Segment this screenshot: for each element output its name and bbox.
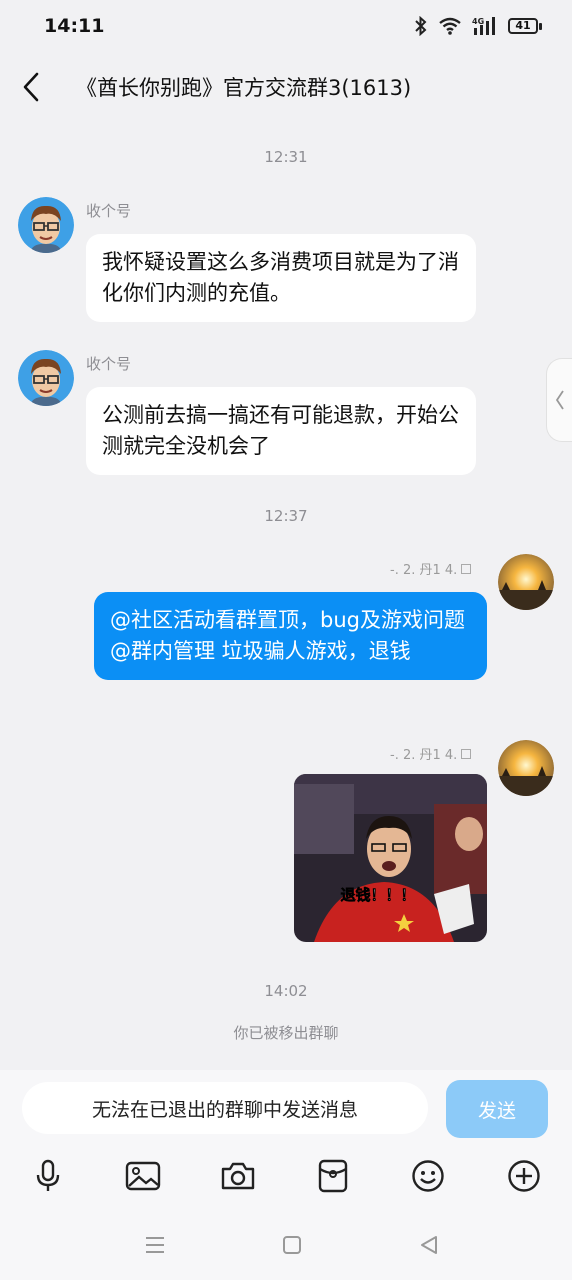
sender-name: 收个号 (86, 202, 132, 220)
avatar[interactable] (18, 197, 74, 253)
message-input[interactable]: 无法在已退出的群聊中发送消息 (22, 1082, 428, 1134)
timestamp: 14:02 (264, 982, 308, 1000)
image-message[interactable]: 退钱！！！ (294, 774, 487, 942)
image-icon (125, 1161, 161, 1191)
chat-title[interactable]: 《酋长你别跑》官方交流群3(1613) (76, 72, 411, 102)
square-icon (283, 1236, 301, 1254)
signal-icon: 4G (472, 17, 495, 35)
system-nav-bar (0, 1212, 572, 1280)
checkbox-icon (461, 563, 472, 574)
image-caption: 退钱！！！ (340, 886, 415, 904)
status-time: 14:11 (44, 15, 105, 37)
my-avatar[interactable] (498, 554, 554, 610)
side-drawer-handle[interactable] (546, 358, 572, 442)
send-button[interactable]: 发送 (446, 1080, 548, 1138)
voice-button[interactable] (26, 1154, 70, 1198)
message-meta: -. 2. 丹1 4. (390, 559, 472, 578)
red-packet-icon (318, 1159, 348, 1193)
battery-level: 41 (508, 18, 538, 34)
emoji-icon (412, 1160, 444, 1192)
battery-icon: 41 (508, 18, 542, 34)
status-icons: 4G 41 (414, 16, 542, 36)
message-meta-text: -. 2. 丹1 4. (390, 748, 458, 763)
timestamp: 12:37 (264, 507, 308, 525)
home-button[interactable] (277, 1230, 307, 1260)
menu-icon (146, 1237, 164, 1253)
microphone-icon (36, 1159, 60, 1191)
sender-name: 收个号 (86, 355, 132, 373)
input-bar: 无法在已退出的群聊中发送消息 发送 (0, 1070, 572, 1280)
emoji-button[interactable] (406, 1154, 450, 1198)
chat-header: 《酋长你别跑》官方交流群3(1613) (0, 52, 572, 122)
incoming-message-bubble[interactable]: 我怀疑设置这么多消费项目就是为了消化你们内测的充值。 (86, 234, 476, 322)
message-meta-text: -. 2. 丹1 4. (390, 563, 458, 578)
input-toolbar (0, 1154, 572, 1198)
system-notice: 你已被移出群聊 (233, 1024, 339, 1042)
message-list[interactable]: 12:31 收个号 我怀疑设置这么多消费项目就是为了消化你们内测的充值。 收个号… (0, 122, 572, 1070)
chevron-left-icon (555, 390, 564, 410)
camera-icon (221, 1162, 255, 1190)
timestamp: 12:31 (264, 148, 308, 166)
outgoing-message-bubble[interactable]: @社区活动看群置顶，bug及游戏问题@群内管理 垃圾骗人游戏，退钱 (94, 592, 487, 680)
triangle-back-icon (421, 1236, 437, 1254)
recent-apps-button[interactable] (140, 1230, 170, 1260)
my-avatar[interactable] (498, 740, 554, 796)
photo-button[interactable] (121, 1154, 165, 1198)
bluetooth-icon (415, 16, 427, 36)
system-back-button[interactable] (414, 1230, 444, 1260)
more-button[interactable] (502, 1154, 546, 1198)
status-bar: 14:11 4G 41 (0, 0, 572, 52)
back-button[interactable] (0, 52, 62, 122)
plus-icon (508, 1160, 540, 1192)
red-packet-button[interactable] (311, 1154, 355, 1198)
wifi-icon (439, 17, 461, 35)
message-meta: -. 2. 丹1 4. (390, 744, 472, 763)
camera-button[interactable] (216, 1154, 260, 1198)
svg-text:4G: 4G (472, 17, 484, 26)
avatar[interactable] (18, 350, 74, 406)
checkbox-icon (461, 748, 472, 759)
incoming-message-bubble[interactable]: 公测前去搞一搞还有可能退款，开始公测就完全没机会了 (86, 387, 476, 475)
back-arrow-icon (23, 72, 39, 102)
